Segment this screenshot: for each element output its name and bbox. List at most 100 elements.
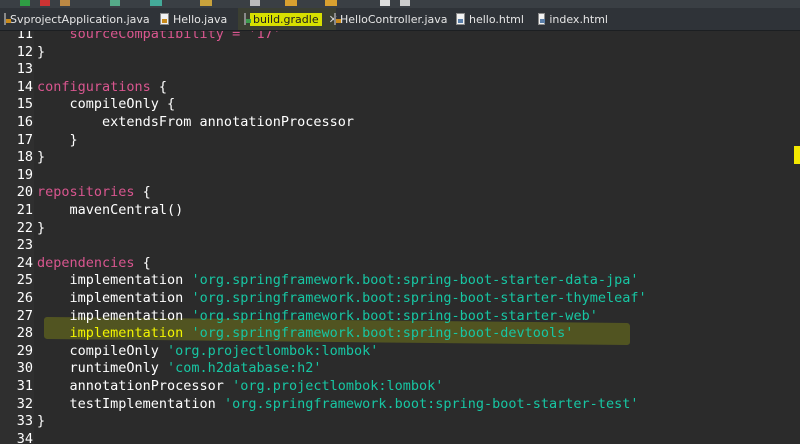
- line-number: 22: [16, 219, 33, 236]
- code-line[interactable]: 33}: [0, 413, 800, 431]
- brace-token: {: [150, 78, 168, 95]
- code-token: implementation: [37, 272, 192, 289]
- edit-icon[interactable]: [200, 0, 212, 6]
- build-icon[interactable]: [110, 0, 120, 6]
- line-number: 25: [16, 272, 33, 289]
- code-text: dependencies {: [37, 255, 151, 273]
- code-text: }: [37, 413, 45, 431]
- line-number: 16: [16, 114, 33, 130]
- code-line[interactable]: 24 dependencies {: [0, 255, 800, 273]
- code-line[interactable]: 14 configurations {: [0, 79, 800, 97]
- code-line[interactable]: 19: [0, 167, 800, 185]
- code-line[interactable]: 32 testImplementation 'org.springframewo…: [0, 396, 800, 414]
- code-line[interactable]: 31 annotationProcessor 'org.projectlombo…: [0, 378, 800, 396]
- line-number: 26: [16, 290, 33, 306]
- code-line[interactable]: 27 implementation 'org.springframework.b…: [0, 308, 800, 326]
- code-token: extendsFrom annotationProcessor: [37, 114, 354, 130]
- code-line[interactable]: 18}: [0, 149, 800, 167]
- line-number: 21: [16, 202, 33, 218]
- code-text: testImplementation 'org.springframework.…: [37, 395, 639, 414]
- string-token: 'org.projectlombok:lombok': [232, 378, 444, 394]
- code-line[interactable]: 21 mavenCentral(): [0, 202, 800, 220]
- tab-label: build.gradle: [250, 12, 322, 26]
- gradle-file-icon: [244, 13, 251, 25]
- run-icon[interactable]: [20, 0, 30, 6]
- code-line[interactable]: 25 implementation 'org.springframework.b…: [0, 272, 800, 290]
- code-token: }: [37, 131, 78, 148]
- tab-label: HelloController.java: [340, 12, 448, 26]
- code-line[interactable]: 26 implementation 'org.springframework.b…: [0, 290, 800, 308]
- tab-hello-java[interactable]: Hello.java: [160, 8, 230, 30]
- code-token: runtimeOnly: [37, 360, 168, 377]
- code-line[interactable]: 34: [0, 431, 800, 444]
- code-token: implementation: [37, 325, 192, 342]
- line-number: 17: [16, 131, 33, 148]
- tab-hello-html[interactable]: hello.html: [456, 8, 526, 30]
- line-number: 30: [16, 360, 33, 377]
- back-icon[interactable]: [285, 0, 297, 6]
- debug-icon[interactable]: [40, 0, 50, 6]
- forward-icon[interactable]: [325, 0, 337, 6]
- tab-label: hello.html: [469, 12, 524, 26]
- tab-build-gradle[interactable]: build.gradle ✕: [238, 8, 338, 30]
- tab-svproject-application[interactable]: SvprojectApplication.java: [4, 8, 150, 30]
- line-number: 27: [16, 307, 33, 324]
- string-token: 'org.springframework.boot:spring-boot-st…: [191, 290, 647, 306]
- string-token: 'org.springframework.boot:spring-boot-st…: [191, 272, 639, 289]
- code-text: }: [37, 44, 45, 62]
- code-line[interactable]: 20 repositories {: [0, 184, 800, 202]
- tab-hello-controller[interactable]: HelloController.java: [334, 8, 448, 30]
- line-number: 11: [16, 31, 33, 42]
- line-number: 13: [16, 61, 33, 78]
- menu-icon[interactable]: [400, 0, 410, 6]
- toolbar: [0, 0, 800, 8]
- code-line[interactable]: 28 implementation 'org.springframework.b…: [0, 325, 800, 343]
- code-text: }: [37, 132, 78, 150]
- line-number: 14: [16, 78, 33, 95]
- code-token: compileOnly {: [37, 96, 176, 113]
- code-token: mavenCentral(): [37, 202, 184, 218]
- keyword-token: configurations: [37, 78, 151, 95]
- code-text: runtimeOnly 'com.h2database:h2': [37, 360, 322, 378]
- code-line[interactable]: 16 extendsFrom annotationProcessor: [0, 114, 800, 132]
- code-line[interactable]: 11 sourceCompatibility = '17': [0, 31, 800, 44]
- code-text: compileOnly {: [37, 96, 176, 114]
- code-text: }: [37, 220, 45, 238]
- code-line[interactable]: 15 compileOnly {: [0, 96, 800, 114]
- html-file-icon: [456, 13, 465, 25]
- line-number: 20: [16, 184, 33, 201]
- code-token: annotationProcessor: [37, 378, 233, 394]
- string-token: 'org.projectlombok:lombok': [167, 342, 379, 359]
- line-number: 28: [16, 325, 33, 342]
- code-line[interactable]: 22}: [0, 220, 800, 238]
- code-token: implementation: [37, 290, 192, 306]
- search-icon[interactable]: [250, 0, 260, 6]
- tab-label: Hello.java: [173, 12, 228, 26]
- code-line[interactable]: 30 runtimeOnly 'com.h2database:h2': [0, 360, 800, 378]
- code-line[interactable]: 13: [0, 61, 800, 79]
- line-number: 15: [16, 96, 33, 113]
- tab-index-html[interactable]: index.html: [538, 8, 608, 30]
- string-token: 'org.springframework.boot:spring-boot-st…: [223, 395, 639, 412]
- string-token: 'org.springframework.boot:spring-boot-de…: [191, 325, 574, 342]
- code-editor[interactable]: 11 sourceCompatibility = '17' 12} 13 14 conf…: [0, 31, 800, 444]
- code-line[interactable]: 12}: [0, 44, 800, 62]
- code-token: }: [37, 43, 46, 60]
- code-text: compileOnly 'org.projectlombok:lombok': [37, 342, 379, 361]
- code-line[interactable]: 23: [0, 237, 800, 255]
- string-token: 'com.h2database:h2': [167, 360, 322, 377]
- code-line[interactable]: 17 }: [0, 132, 800, 150]
- stop-icon[interactable]: [60, 0, 70, 6]
- line-number: 23: [16, 237, 33, 254]
- code-text: mavenCentral(): [37, 202, 184, 220]
- line-number: 24: [16, 254, 33, 271]
- code-token: compileOnly: [37, 342, 168, 359]
- code-token: }: [37, 219, 46, 236]
- refresh-icon[interactable]: [150, 0, 162, 6]
- code-text: }: [37, 149, 45, 167]
- code-text: configurations {: [37, 79, 167, 97]
- overview-ruler-marker: [794, 146, 800, 164]
- navigate-icon[interactable]: [380, 0, 390, 6]
- code-line[interactable]: 29 compileOnly 'org.projectlombok:lombok…: [0, 343, 800, 361]
- tab-label: SvprojectApplication.java: [10, 12, 150, 26]
